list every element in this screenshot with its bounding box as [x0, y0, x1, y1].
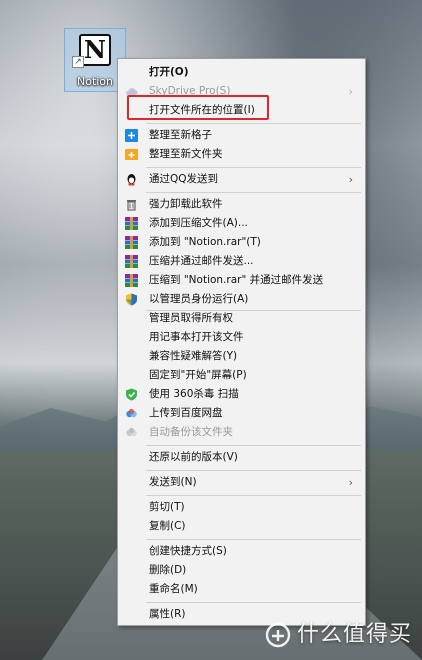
- menu-item-label: 添加到 "Notion.rar"(T): [149, 236, 261, 248]
- menu-item-add-to-notion-rar[interactable]: 添加到 "Notion.rar"(T): [120, 233, 363, 252]
- menu-item-label: 属性(R): [149, 608, 186, 620]
- menu-item-label: 固定到"开始"屏幕(P): [149, 369, 247, 381]
- menu-item-label: 整理至新文件夹: [149, 148, 223, 160]
- menu-item-auto-backup: 自动备份该文件夹: [120, 423, 363, 442]
- 360-shield-icon: [125, 388, 138, 401]
- menu-item-pin-to-start[interactable]: 固定到"开始"屏幕(P): [120, 366, 363, 385]
- menu-separator: [146, 445, 361, 446]
- menu-item-force-uninstall[interactable]: 强力卸载此软件: [120, 195, 363, 214]
- winrar-icon: [125, 236, 138, 249]
- folder-plus-icon: [125, 148, 138, 161]
- menu-item-delete[interactable]: 删除(D): [120, 561, 363, 580]
- menu-item-label: 压缩到 "Notion.rar" 并通过邮件发送: [149, 274, 324, 286]
- menu-item-label: 还原以前的版本(V): [149, 451, 238, 463]
- shortcut-arrow-icon: ↗: [72, 56, 84, 68]
- baidu-netdisk-icon: [125, 426, 138, 439]
- baidu-netdisk-icon: [125, 407, 138, 420]
- desktop-icon-label: Notion: [76, 75, 114, 88]
- winrar-icon: [125, 274, 138, 287]
- menu-item-label: 删除(D): [149, 564, 187, 576]
- highlight-annotation-box: [127, 95, 269, 120]
- menu-item-open-with-notepad[interactable]: 用记事本打开该文件: [120, 328, 363, 347]
- menu-item-label: 使用 360杀毒 扫描: [149, 388, 239, 400]
- watermark-logo-icon: [263, 622, 293, 648]
- menu-item-label: 上传到百度网盘: [149, 407, 223, 419]
- menu-item-label: 重命名(M): [149, 583, 198, 595]
- menu-item-label: 自动备份该文件夹: [149, 426, 233, 438]
- uac-shield-icon: [125, 293, 138, 306]
- menu-item-create-shortcut[interactable]: 创建快捷方式(S): [120, 542, 363, 561]
- menu-item-label: 打开(O): [149, 66, 189, 78]
- menu-item-label: 创建快捷方式(S): [149, 545, 227, 557]
- menu-item-label: 用记事本打开该文件: [149, 331, 244, 343]
- menu-item-label: 添加到压缩文件(A)...: [149, 217, 248, 229]
- winrar-icon: [125, 217, 138, 230]
- menu-separator: [146, 167, 361, 168]
- menu-item-cut[interactable]: 剪切(T): [120, 498, 363, 517]
- menu-separator: [146, 470, 361, 471]
- qq-penguin-icon: [125, 173, 138, 186]
- menu-item-rename[interactable]: 重命名(M): [120, 580, 363, 599]
- watermark: 什么值得买: [263, 616, 412, 648]
- menu-separator: [146, 495, 361, 496]
- menu-item-run-as-admin[interactable]: 以管理员身份运行(A): [120, 290, 363, 309]
- menu-item-label: 整理至新格子: [149, 129, 212, 141]
- context-menu: 打开(O) SkyDrive Pro(S) › 打开文件所在的位置(I) 整理至…: [117, 58, 366, 626]
- menu-item-copy[interactable]: 复制(C): [120, 517, 363, 536]
- blue-plus-icon: [125, 129, 138, 142]
- menu-item-upload-baidu[interactable]: 上传到百度网盘: [120, 404, 363, 423]
- submenu-arrow-icon: ›: [348, 173, 353, 186]
- menu-item-compat-troubleshoot[interactable]: 兼容性疑难解答(Y): [120, 347, 363, 366]
- watermark-text: 什么值得买: [296, 622, 412, 647]
- menu-item-send-via-qq[interactable]: 通过QQ发送到 ›: [120, 170, 363, 189]
- menu-separator: [146, 123, 361, 124]
- menu-item-restore-previous[interactable]: 还原以前的版本(V): [120, 448, 363, 467]
- menu-item-take-ownership[interactable]: 管理员取得所有权: [120, 309, 363, 328]
- menu-separator: [146, 539, 361, 540]
- winrar-icon: [125, 255, 138, 268]
- submenu-arrow-icon: ›: [348, 476, 353, 489]
- menu-separator: [146, 192, 361, 193]
- menu-item-label: 管理员取得所有权: [149, 312, 233, 324]
- trash-icon: [125, 198, 138, 211]
- menu-item-label: 强力卸载此软件: [149, 198, 223, 210]
- menu-item-arrange-new-folder[interactable]: 整理至新文件夹: [120, 145, 363, 164]
- menu-item-compress-and-email[interactable]: 压缩并通过邮件发送...: [120, 252, 363, 271]
- menu-item-label: 以管理员身份运行(A): [149, 293, 249, 305]
- menu-item-label: 复制(C): [149, 520, 186, 532]
- menu-item-label: 兼容性疑难解答(Y): [149, 350, 238, 362]
- menu-item-compress-notion-rar-email[interactable]: 压缩到 "Notion.rar" 并通过邮件发送: [120, 271, 363, 290]
- menu-item-arrange-new-grid[interactable]: 整理至新格子: [120, 126, 363, 145]
- menu-item-label: 通过QQ发送到: [149, 173, 219, 185]
- menu-item-label: 压缩并通过邮件发送...: [149, 255, 254, 267]
- menu-item-scan-360[interactable]: 使用 360杀毒 扫描: [120, 385, 363, 404]
- menu-item-label: 发送到(N): [149, 476, 197, 488]
- menu-item-open[interactable]: 打开(O): [120, 63, 363, 82]
- menu-separator: [146, 602, 361, 603]
- menu-item-send-to[interactable]: 发送到(N) ›: [120, 473, 363, 492]
- menu-item-label: 剪切(T): [149, 501, 185, 513]
- menu-item-add-to-archive[interactable]: 添加到压缩文件(A)...: [120, 214, 363, 233]
- submenu-arrow-icon: ›: [348, 85, 353, 98]
